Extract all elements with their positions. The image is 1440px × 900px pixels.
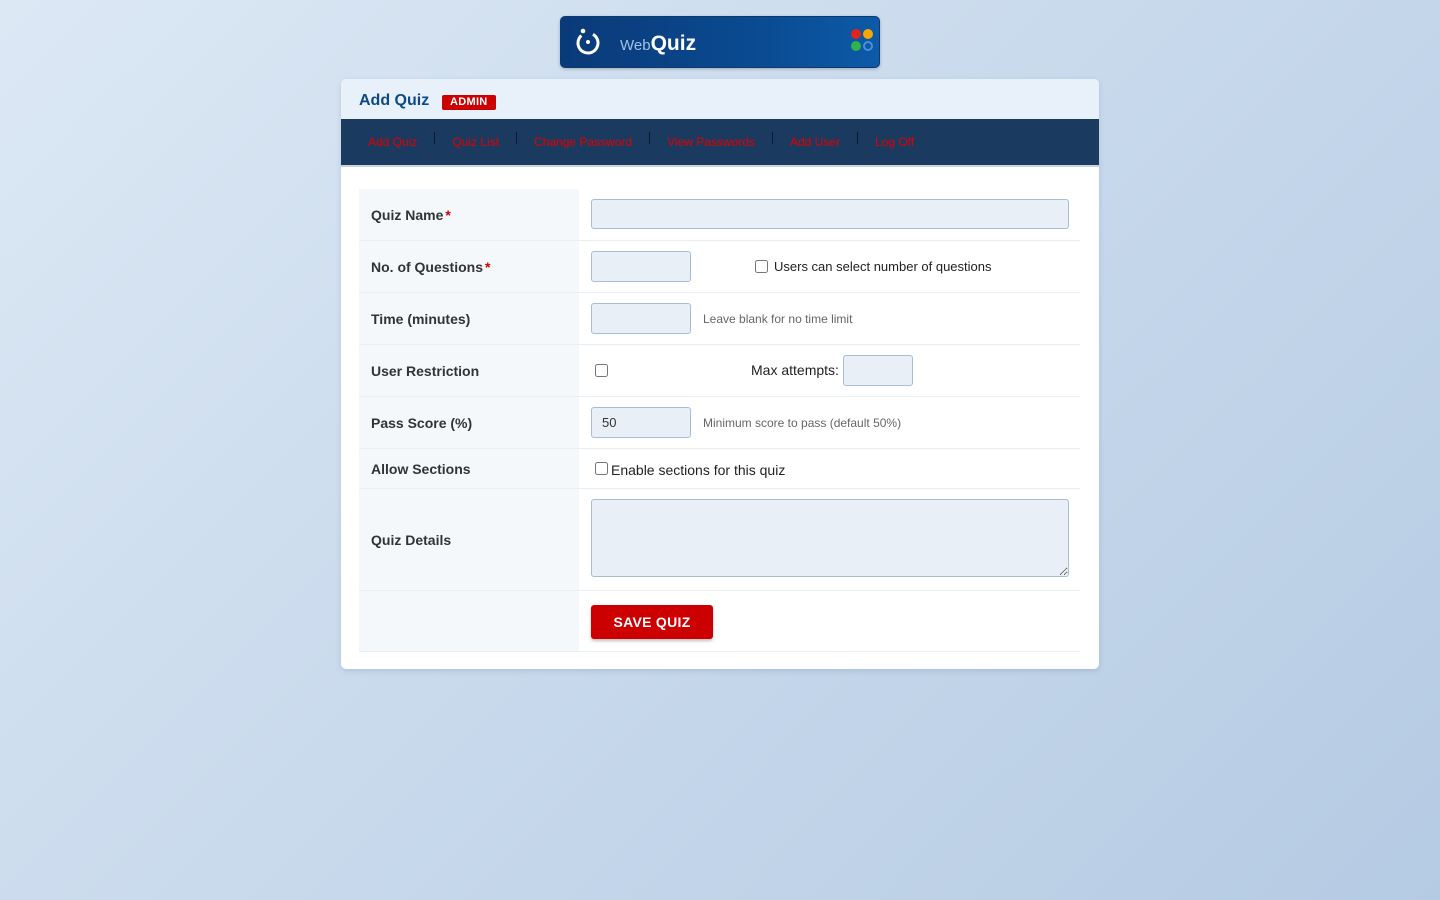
nav-separator	[856, 132, 858, 144]
num-questions-label: No. of Questions *	[359, 241, 579, 292]
nav-add-user[interactable]: Add User	[781, 135, 849, 149]
pass-score-hint: Minimum score to pass (default 50%)	[703, 416, 902, 430]
nav-add-quiz[interactable]: Add Quiz	[359, 135, 426, 149]
logo-dot-yellow	[863, 29, 873, 39]
quiz-details-label: Quiz Details	[359, 489, 579, 590]
quiz-name-label-text: Quiz Name	[371, 206, 444, 223]
admin-nav-bar: Add Quiz Quiz List Change Password View …	[341, 119, 1099, 167]
nav-change-password[interactable]: Change Password	[525, 135, 641, 149]
logo-text-quiz: Quiz	[650, 32, 697, 55]
page-title: Add Quiz	[359, 92, 430, 109]
admin-badge: ADMIN	[442, 95, 496, 110]
nav-log-off[interactable]: Log Off	[866, 135, 923, 149]
allow-sections-cell: Enable sections for this quiz	[579, 449, 1080, 488]
user-restriction-label: User Restriction	[359, 345, 579, 396]
form-row-quiz-name: Quiz Name *	[359, 189, 1080, 241]
quiz-name-input[interactable]	[591, 199, 1069, 229]
pass-score-input[interactable]	[591, 407, 691, 438]
logo-dot-green	[851, 41, 861, 51]
nav-view-passwords[interactable]: View Passwords	[658, 135, 764, 149]
required-asterisk: *	[445, 206, 451, 223]
save-quiz-button[interactable]: SAVE QUIZ	[591, 605, 713, 639]
actions-label-cell	[359, 591, 579, 651]
time-hint: Leave blank for no time limit	[703, 312, 853, 326]
user-select-questions-checkbox[interactable]	[755, 260, 768, 273]
time-label: Time (minutes)	[359, 293, 579, 344]
form-row-user-restriction: User Restriction Max attempts:	[359, 345, 1080, 397]
form-row-quiz-details: Quiz Details	[359, 489, 1080, 591]
form-row-num-questions: No. of Questions * Users can select numbe…	[359, 241, 1080, 293]
form-row-allow-sections: Allow Sections Enable sections for this …	[359, 449, 1080, 489]
enable-sections-label: Enable sections for this quiz	[611, 462, 786, 478]
form-row-pass-score: Pass Score (%) Minimum score to pass (de…	[359, 397, 1080, 449]
webquiz-logo-icon	[576, 28, 600, 55]
quiz-name-cell	[579, 189, 1080, 240]
quiz-details-cell	[579, 489, 1080, 590]
pass-score-label: Pass Score (%)	[359, 397, 579, 448]
logo-dots-icon	[850, 28, 874, 52]
num-questions-cell: Users can select number of questions	[579, 241, 1080, 292]
max-attempts-label: Max attempts:	[751, 362, 839, 378]
num-questions-input[interactable]	[591, 251, 691, 282]
form-row-actions: SAVE QUIZ	[359, 591, 1080, 652]
nav-separator	[434, 132, 436, 144]
enable-sections-checkbox[interactable]	[595, 462, 608, 475]
pass-score-label-text: Pass Score (%)	[371, 414, 473, 431]
form-row-time: Time (minutes) Leave blank for no time l…	[359, 293, 1080, 345]
logo-dot-red	[851, 29, 861, 39]
time-label-text: Time (minutes)	[371, 310, 471, 327]
required-asterisk: *	[485, 258, 491, 275]
nav-quiz-list[interactable]: Quiz List	[443, 135, 508, 149]
logo-text-web: Web	[620, 37, 651, 54]
nav-separator	[771, 132, 773, 144]
quiz-name-label: Quiz Name *	[359, 189, 579, 240]
allow-sections-label: Allow Sections	[359, 449, 579, 488]
num-questions-label-text: No. of Questions	[371, 258, 483, 275]
add-quiz-card: Add Quiz ADMIN Add Quiz Quiz List Change…	[341, 79, 1099, 669]
time-minutes-input[interactable]	[591, 303, 691, 334]
time-cell: Leave blank for no time limit	[579, 293, 1080, 344]
actions-cell: SAVE QUIZ	[579, 591, 1080, 651]
user-select-questions-label: Users can select number of questions	[774, 259, 992, 274]
allow-sections-label-text: Allow Sections	[371, 460, 471, 477]
nav-separator	[649, 132, 651, 144]
logo-dot-blue	[863, 41, 873, 51]
user-restriction-cell: Max attempts:	[579, 345, 1080, 396]
logo-wordmark: WebQuiz	[620, 32, 696, 56]
max-attempts-input[interactable]	[843, 355, 913, 386]
logo-banner: WebQuiz	[560, 16, 880, 68]
user-restriction-checkbox[interactable]	[595, 364, 608, 377]
nav-separator	[516, 132, 518, 144]
quiz-details-textarea[interactable]	[591, 499, 1069, 577]
card-header: Add Quiz ADMIN	[341, 79, 1099, 119]
user-restriction-label-text: User Restriction	[371, 362, 480, 379]
quiz-details-label-text: Quiz Details	[371, 531, 452, 548]
add-quiz-form: Quiz Name * No. of Questions * Users can s…	[359, 189, 1080, 652]
pass-score-cell: Minimum score to pass (default 50%)	[579, 397, 1080, 448]
